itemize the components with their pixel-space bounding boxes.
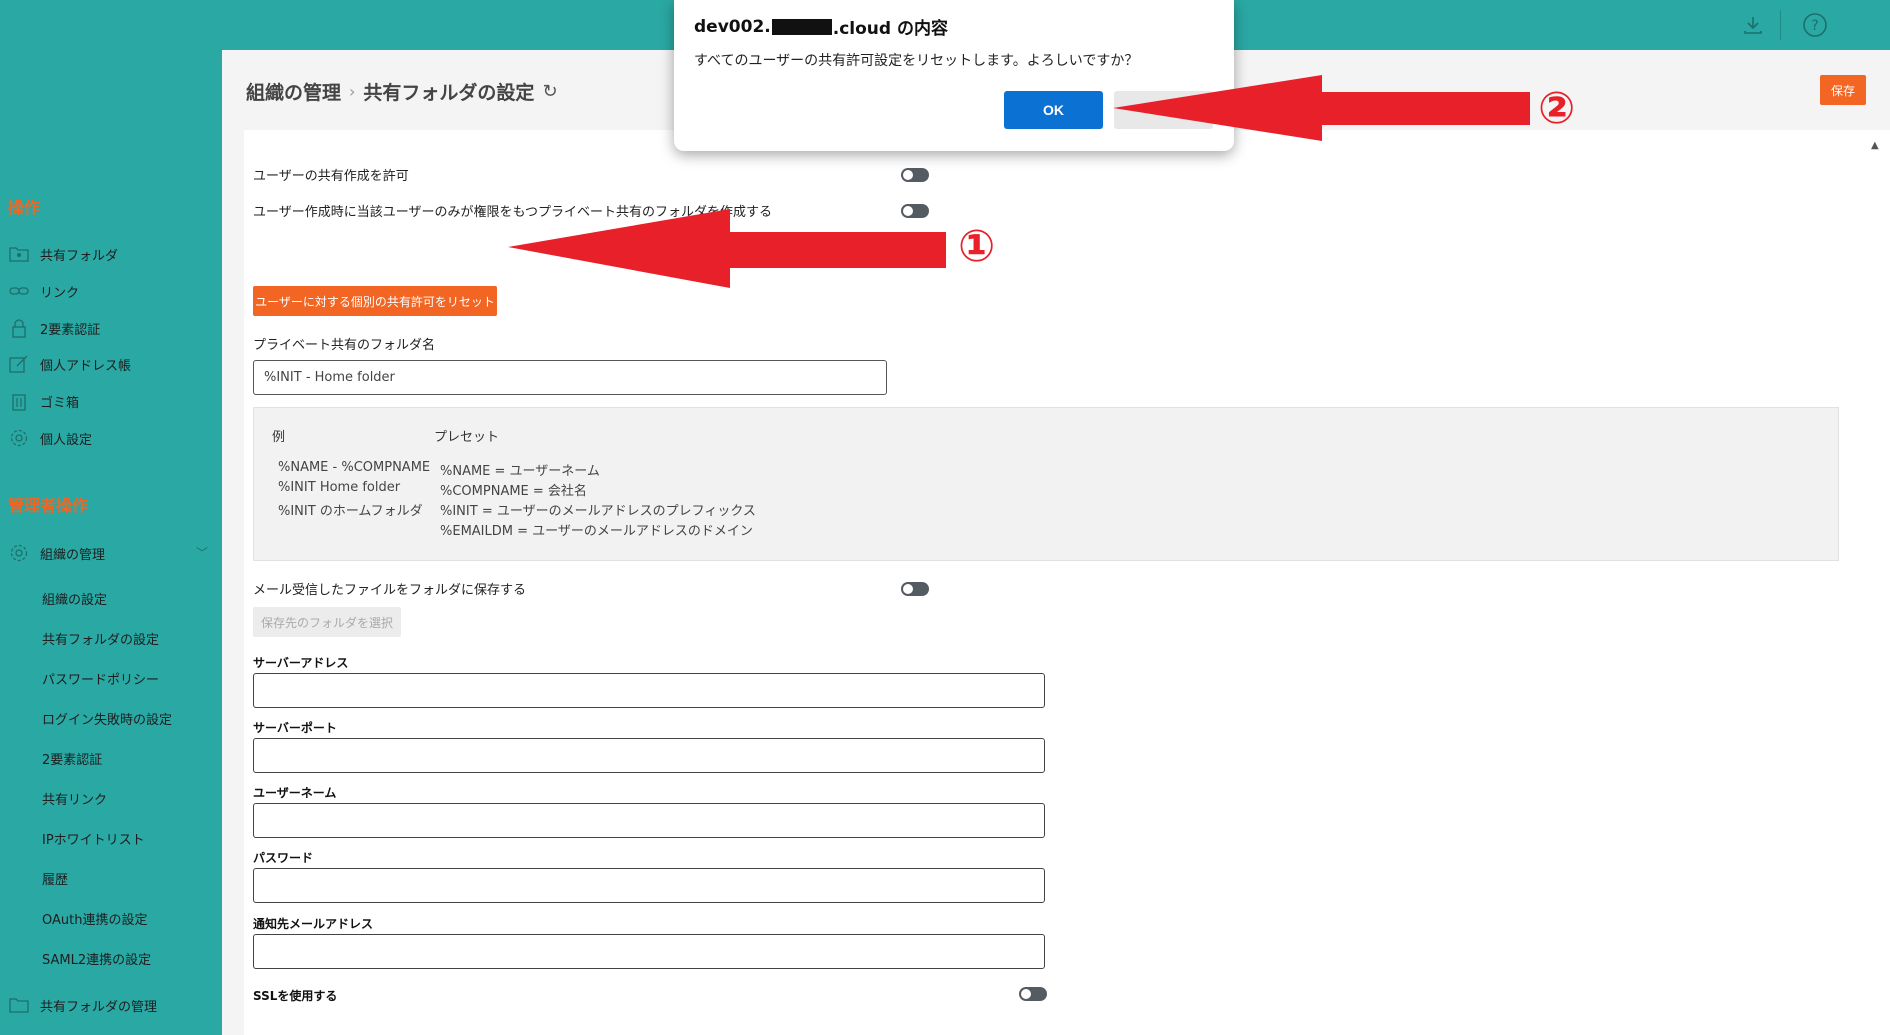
edit-icon bbox=[8, 354, 30, 374]
sidebar-item-shared-folder-mgmt[interactable]: 共有フォルダの管理 bbox=[8, 992, 218, 1018]
save-mail-files-toggle[interactable] bbox=[901, 582, 929, 596]
private-folder-name-input[interactable]: %INIT - Home folder bbox=[253, 360, 887, 395]
chevron-down-icon[interactable]: ﹀ bbox=[196, 544, 208, 561]
sidebar-item-label: 個人設定 bbox=[40, 432, 93, 448]
username-label: ユーザーネーム bbox=[253, 786, 337, 800]
sidebar-sub-2fa[interactable]: 2要素認証 bbox=[42, 746, 102, 770]
server-address-label: サーバーアドレス bbox=[253, 656, 349, 670]
sidebar-item-shared-folder[interactable]: 共有フォルダ bbox=[8, 241, 218, 267]
ok-button[interactable]: OK bbox=[1004, 91, 1103, 129]
main-content: 組織の管理 › 共有フォルダの設定 ↻ 保存 ▲ ユーザーの共有作成を許可 ユー… bbox=[222, 50, 1890, 1035]
sidebar-item-label: ゴミ箱 bbox=[40, 395, 80, 411]
dialog-message: すべてのユーザーの共有許可設定をリセットします。よろしいですか？ bbox=[694, 53, 1139, 69]
sidebar-item-label: 組織の管理 bbox=[40, 547, 106, 563]
sidebar-item-label: 共有フォルダ bbox=[40, 248, 119, 264]
password-input[interactable] bbox=[253, 868, 1045, 903]
folder-icon bbox=[8, 995, 30, 1015]
sidebar-sub-saml2[interactable]: SAML2連携の設定 bbox=[42, 946, 151, 970]
sidebar-section-operations: 操作 bbox=[8, 198, 41, 217]
select-folder-button[interactable]: 保存先のフォルダを選択 bbox=[253, 607, 401, 637]
example-header: 例 bbox=[272, 430, 286, 445]
breadcrumb-org-mgmt[interactable]: 組織の管理 bbox=[246, 78, 341, 105]
preset-line: %EMAILDM = ユーザーのメールアドレスのドメイン bbox=[440, 524, 753, 539]
use-ssl-label: SSLを使用する bbox=[253, 989, 338, 1003]
sidebar-item-address-book[interactable]: 個人アドレス帳 bbox=[8, 351, 218, 377]
breadcrumb: 組織の管理 › 共有フォルダの設定 ↻ bbox=[246, 78, 558, 105]
save-button[interactable]: 保存 bbox=[1820, 75, 1866, 105]
sidebar-sub-oauth[interactable]: OAuth連携の設定 bbox=[42, 906, 147, 930]
sidebar-sub-shared-folder-settings[interactable]: 共有フォルダの設定 bbox=[42, 626, 159, 650]
confirm-dialog: dev002. .cloud の内容 すべてのユーザーの共有許可設定をリセットし… bbox=[674, 0, 1234, 151]
allow-user-share-toggle[interactable] bbox=[901, 168, 929, 182]
example-line: %NAME - %COMPNAME bbox=[278, 460, 431, 475]
scroll-up-arrow-icon[interactable]: ▲ bbox=[1871, 140, 1879, 151]
gear-icon bbox=[8, 543, 30, 563]
sidebar-sub-ip-whitelist[interactable]: IPホワイトリスト bbox=[42, 826, 145, 850]
save-mail-files-label: メール受信したファイルをフォルダに保存する bbox=[253, 583, 527, 598]
create-private-folder-label: ユーザー作成時に当該ユーザーのみが権限をもつプライベート共有のフォルダを作成する bbox=[253, 205, 772, 220]
sidebar: 操作 共有フォルダ リンク 2要素認証 個人アドレス帳 ゴミ箱 個人設定 管理者… bbox=[0, 50, 222, 1035]
sidebar-item-label: 共有フォルダの管理 bbox=[40, 999, 158, 1015]
example-line: %INIT のホームフォルダ bbox=[278, 504, 423, 519]
sidebar-sub-password-policy[interactable]: パスワードポリシー bbox=[42, 666, 159, 690]
download-icon[interactable] bbox=[1738, 10, 1768, 40]
redacted-block bbox=[771, 18, 832, 35]
lock-icon bbox=[8, 318, 30, 338]
reset-share-permission-button[interactable]: ユーザーに対する個別の共有許可をリセット bbox=[253, 286, 497, 316]
sidebar-item-label: リンク bbox=[40, 285, 80, 301]
sidebar-sub-login-failure[interactable]: ログイン失敗時の設定 bbox=[42, 706, 172, 730]
cancel-button[interactable] bbox=[1114, 91, 1213, 129]
page-title: 共有フォルダの設定 bbox=[363, 82, 535, 104]
sidebar-item-label: 2要素認証 bbox=[40, 322, 101, 338]
sidebar-sub-shared-link[interactable]: 共有リンク bbox=[42, 786, 107, 810]
sidebar-section-admin: 管理者操作 bbox=[8, 496, 89, 515]
breadcrumb-separator: › bbox=[349, 82, 356, 101]
link-icon bbox=[8, 281, 30, 301]
sidebar-item-org-mgmt[interactable]: 組織の管理 ﹀ bbox=[8, 540, 218, 566]
annotation-number-2: ② bbox=[1538, 83, 1576, 134]
sidebar-item-personal-settings[interactable]: 個人設定 bbox=[8, 425, 218, 451]
preset-line: %NAME = ユーザーネーム bbox=[440, 464, 600, 479]
sidebar-sub-history[interactable]: 履歴 bbox=[42, 866, 68, 890]
gear-icon bbox=[8, 428, 30, 448]
top-divider bbox=[1780, 10, 1781, 40]
username-input[interactable] bbox=[253, 803, 1045, 838]
server-port-label: サーバーポート bbox=[253, 721, 337, 735]
allow-user-share-label: ユーザーの共有作成を許可 bbox=[253, 169, 409, 184]
sidebar-item-link[interactable]: リンク bbox=[8, 278, 218, 304]
dialog-title: dev002. .cloud の内容 bbox=[694, 14, 948, 40]
svg-text:?: ? bbox=[1811, 18, 1818, 34]
sidebar-item-label: 個人アドレス帳 bbox=[40, 358, 132, 374]
create-private-folder-toggle[interactable] bbox=[901, 204, 929, 218]
example-line: %INIT Home folder bbox=[278, 480, 401, 495]
notify-email-label: 通知先メールアドレス bbox=[253, 917, 374, 931]
server-address-input[interactable] bbox=[253, 673, 1045, 708]
folder-user-icon bbox=[8, 244, 30, 264]
dialog-title-suffix: .cloud の内容 bbox=[832, 19, 948, 39]
dialog-title-prefix: dev002. bbox=[694, 16, 771, 37]
annotation-number-1: ① bbox=[958, 221, 996, 272]
preset-line: %INIT = ユーザーのメールアドレスのプレフィックス bbox=[440, 504, 756, 519]
example-box: 例 プレセット %NAME - %COMPNAME %INIT Home fol… bbox=[253, 407, 1839, 561]
sidebar-sub-org-settings[interactable]: 組織の設定 bbox=[42, 586, 107, 610]
sidebar-item-2fa[interactable]: 2要素認証 bbox=[8, 315, 218, 341]
use-ssl-toggle[interactable] bbox=[1019, 987, 1047, 1001]
notify-email-input[interactable] bbox=[253, 934, 1045, 969]
trash-icon bbox=[8, 391, 30, 411]
settings-panel: ▲ ユーザーの共有作成を許可 ユーザー作成時に当該ユーザーのみが権限をもつプライ… bbox=[244, 130, 1890, 1035]
refresh-icon[interactable]: ↻ bbox=[542, 81, 557, 102]
private-folder-name-label: プライベート共有のフォルダ名 bbox=[253, 338, 436, 353]
password-label: パスワード bbox=[253, 851, 314, 865]
sidebar-item-trash[interactable]: ゴミ箱 bbox=[8, 388, 218, 414]
preset-header: プレセット bbox=[434, 430, 500, 445]
preset-line: %COMPNAME = 会社名 bbox=[440, 484, 587, 499]
help-icon[interactable]: ? bbox=[1800, 10, 1830, 40]
server-port-input[interactable] bbox=[253, 738, 1045, 773]
